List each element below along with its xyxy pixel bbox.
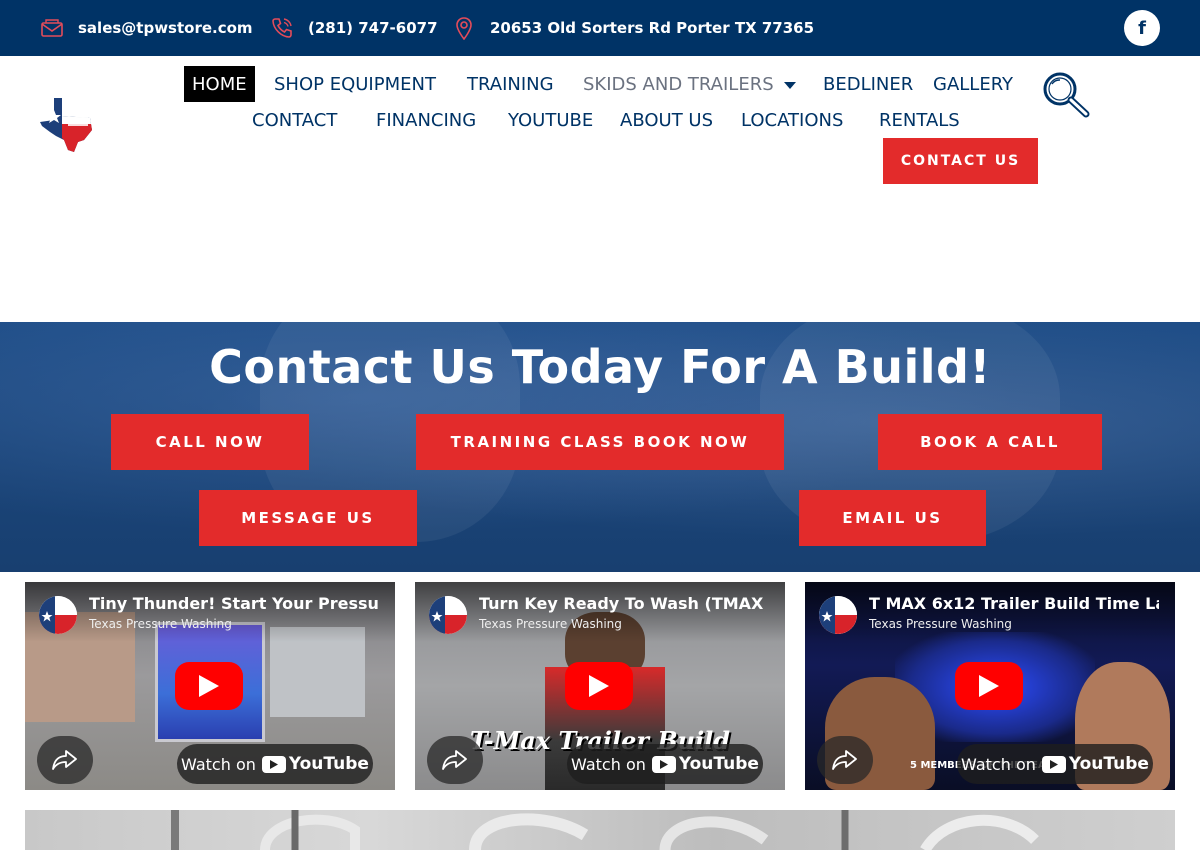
nav-financing[interactable]: FINANCING: [368, 102, 484, 138]
map-pin-icon: [452, 16, 476, 40]
address-text: 20653 Old Sorters Rd Porter TX 77365: [490, 19, 815, 37]
channel-avatar[interactable]: [429, 596, 467, 634]
channel-avatar[interactable]: [39, 596, 77, 634]
envelope-icon: [40, 16, 64, 40]
share-button[interactable]: [427, 736, 483, 784]
facebook-icon[interactable]: f: [1124, 10, 1160, 46]
nav-skids-label: SKIDS AND TRAILERS: [583, 73, 774, 95]
youtube-logo-icon: YouTube: [651, 754, 759, 774]
message-us-button[interactable]: MESSAGE US: [199, 490, 417, 546]
search-icon[interactable]: [1040, 70, 1092, 118]
video-channel[interactable]: Texas Pressure Washing: [869, 617, 1012, 631]
phone-link[interactable]: (281) 747-6077: [270, 0, 438, 56]
youtube-video-embed[interactable]: T MAX 6x12 Trailer Build Time Lapse Texa…: [805, 582, 1175, 790]
call-now-button[interactable]: CALL NOW: [111, 414, 309, 470]
nav-rentals[interactable]: RENTALS: [871, 102, 968, 138]
video-title[interactable]: Turn Key Ready To Wash (TMAX 6x1: [479, 594, 769, 613]
youtube-brand-text: YouTube: [288, 754, 369, 774]
play-button[interactable]: [175, 662, 243, 710]
share-icon: [832, 750, 857, 770]
email-link[interactable]: sales@tpwstore.com: [40, 0, 253, 56]
contact-us-button[interactable]: CONTACT US: [883, 138, 1038, 184]
play-icon: [979, 675, 999, 697]
video-title[interactable]: Tiny Thunder! Start Your Pressure W: [89, 594, 379, 613]
play-button[interactable]: [565, 662, 633, 710]
play-icon: [589, 675, 609, 697]
youtube-logo-icon: YouTube: [261, 754, 369, 774]
play-button[interactable]: [955, 662, 1023, 710]
nav-about-us[interactable]: ABOUT US: [612, 102, 721, 138]
nav-locations[interactable]: LOCATIONS: [733, 102, 851, 138]
youtube-video-embed[interactable]: Turn Key Ready To Wash (TMAX 6x1 Texas P…: [415, 582, 785, 790]
share-icon: [52, 750, 77, 770]
training-class-book-now-button[interactable]: TRAINING CLASS BOOK NOW: [416, 414, 784, 470]
watch-on-youtube-button[interactable]: Watch on YouTube: [177, 744, 373, 784]
youtube-logo-icon: YouTube: [1041, 754, 1149, 774]
watch-on-label: Watch on: [961, 754, 1036, 774]
share-button[interactable]: [37, 736, 93, 784]
youtube-brand-text: YouTube: [1068, 754, 1149, 774]
share-button[interactable]: [817, 736, 873, 784]
top-bar: sales@tpwstore.com (281) 747-6077 20653 …: [0, 0, 1200, 56]
nav-skids-and-trailers[interactable]: SKIDS AND TRAILERS: [575, 66, 804, 102]
share-icon: [442, 750, 467, 770]
video-channel[interactable]: Texas Pressure Washing: [89, 617, 232, 631]
hero-section: Contact Us Today For A Build! CALL NOW T…: [0, 322, 1200, 572]
nav-bedliner[interactable]: BEDLINER: [815, 66, 921, 102]
watch-on-label: Watch on: [181, 754, 256, 774]
email-text: sales@tpwstore.com: [78, 19, 253, 37]
phone-icon: [270, 16, 294, 40]
watch-on-youtube-button[interactable]: Watch on YouTube: [957, 744, 1153, 784]
youtube-brand-text: YouTube: [678, 754, 759, 774]
nav-shop-equipment[interactable]: SHOP EQUIPMENT: [266, 66, 444, 102]
nav-contact[interactable]: CONTACT: [244, 102, 345, 138]
equipment-photo: [25, 810, 1175, 850]
caret-down-icon: [783, 74, 796, 95]
play-icon: [199, 675, 219, 697]
nav-gallery[interactable]: GALLERY: [925, 66, 1021, 102]
phone-text: (281) 747-6077: [308, 19, 438, 37]
email-us-button[interactable]: EMAIL US: [799, 490, 986, 546]
channel-avatar[interactable]: [819, 596, 857, 634]
hero-title: Contact Us Today For A Build!: [209, 340, 991, 394]
book-a-call-button[interactable]: BOOK A CALL: [878, 414, 1102, 470]
watch-on-label: Watch on: [571, 754, 646, 774]
site-logo[interactable]: [38, 96, 96, 154]
nav-training[interactable]: TRAINING: [459, 66, 562, 102]
nav-youtube[interactable]: YOUTUBE: [500, 102, 601, 138]
youtube-video-embed[interactable]: Tiny Thunder! Start Your Pressure W Texa…: [25, 582, 395, 790]
address-link[interactable]: 20653 Old Sorters Rd Porter TX 77365: [452, 0, 814, 56]
video-channel[interactable]: Texas Pressure Washing: [479, 617, 622, 631]
video-title[interactable]: T MAX 6x12 Trailer Build Time Lapse: [869, 594, 1159, 613]
nav-home[interactable]: HOME: [184, 66, 255, 102]
watch-on-youtube-button[interactable]: Watch on YouTube: [567, 744, 763, 784]
